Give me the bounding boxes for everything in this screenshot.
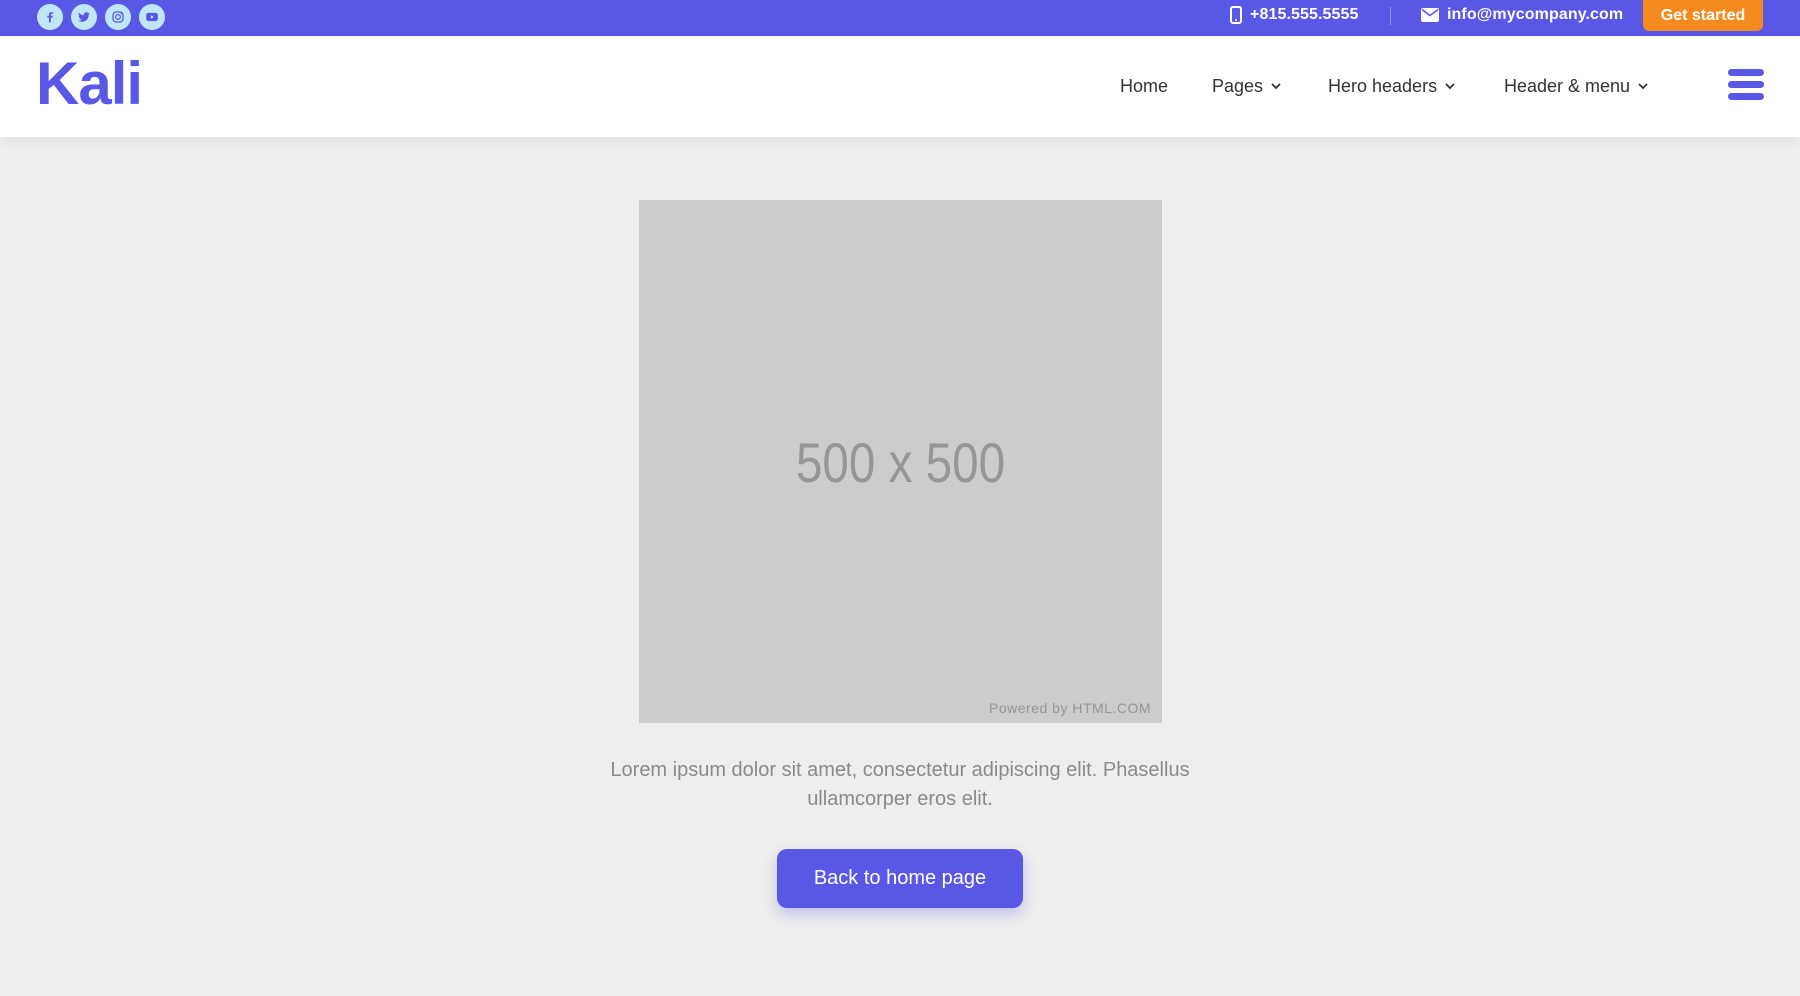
chevron-down-icon [1445, 83, 1455, 90]
contact-divider [1390, 7, 1391, 25]
nav-item-pages[interactable]: Pages [1212, 76, 1281, 97]
envelope-icon [1421, 8, 1439, 22]
youtube-icon[interactable] [139, 4, 165, 30]
chevron-down-icon [1271, 83, 1281, 90]
nav-item-hero-headers[interactable]: Hero headers [1328, 76, 1455, 97]
placeholder-size-text: 500 x 500 [795, 431, 1006, 494]
instagram-icon[interactable] [105, 4, 131, 30]
description-text: Lorem ipsum dolor sit amet, consectetur … [610, 759, 1190, 810]
nav-item-label: Header & menu [1504, 76, 1631, 96]
placeholder-credit: Powered by HTML.COM [989, 700, 1151, 716]
social-links [37, 4, 165, 30]
email-contact[interactable]: info@mycompany.com [1421, 0, 1623, 30]
placeholder-image: 500 x 500 Powered by HTML.COM [639, 200, 1162, 723]
nav-item-header-menu[interactable]: Header & menu [1504, 76, 1648, 97]
hamburger-menu-icon[interactable] [1728, 69, 1764, 107]
phone-contact[interactable]: +815.555.5555 [1230, 0, 1359, 30]
main-header: Kali Home Pages Hero headers Header & me… [0, 36, 1800, 137]
nav-item-label: Hero headers [1328, 76, 1438, 96]
back-to-home-button[interactable]: Back to home page [777, 849, 1023, 908]
logo[interactable]: Kali [36, 54, 143, 114]
phone-number: +815.555.5555 [1250, 6, 1359, 23]
nav-item-home[interactable]: Home [1120, 76, 1168, 97]
nav-item-label: Home [1120, 76, 1169, 96]
nav-item-label: Pages [1212, 76, 1264, 96]
facebook-icon[interactable] [37, 4, 63, 30]
phone-icon [1230, 6, 1242, 24]
top-bar: +815.555.5555 info@mycompany.com Get sta… [0, 0, 1800, 36]
email-address: info@mycompany.com [1447, 6, 1624, 23]
chevron-down-icon [1638, 83, 1648, 90]
twitter-icon[interactable] [71, 4, 97, 30]
get-started-button[interactable]: Get started [1643, 0, 1763, 31]
